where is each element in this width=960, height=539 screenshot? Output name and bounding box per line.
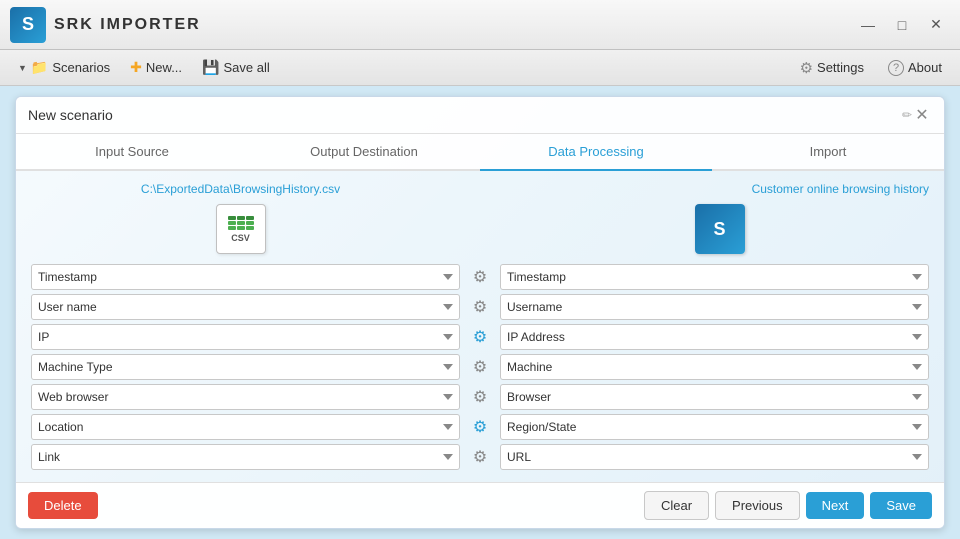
gear-button-0[interactable]: ⚙: [466, 264, 494, 290]
gear-button-4[interactable]: ⚙: [466, 384, 494, 410]
new-label: New...: [146, 60, 182, 75]
mapping-rows-container: Timestamp⚙TimestampUser name⚙UsernameIP⚙…: [31, 264, 929, 470]
tab-input-source[interactable]: Input Source: [16, 134, 248, 171]
csv-cell: [228, 216, 236, 220]
csv-cell: [237, 226, 245, 230]
source-field-select-0[interactable]: Timestamp: [31, 264, 460, 290]
new-menu[interactable]: ✚ New...: [120, 55, 192, 80]
mapping-row: Timestamp⚙Timestamp: [31, 264, 929, 290]
csv-grid: [228, 216, 254, 230]
gear-button-5[interactable]: ⚙: [466, 414, 494, 440]
csv-box: CSV: [216, 204, 266, 254]
source-field-select-1[interactable]: User name: [31, 294, 460, 320]
dest-field-select-4[interactable]: Browser: [500, 384, 929, 410]
dialog-header: New scenario ✏ ✕: [16, 97, 944, 134]
mapping-row: Machine Type⚙Machine: [31, 354, 929, 380]
csv-cell: [237, 221, 245, 225]
tab-output-destination[interactable]: Output Destination: [248, 134, 480, 171]
maximize-button[interactable]: □: [888, 15, 916, 35]
settings-gear-icon: ⚙: [800, 59, 813, 77]
scenarios-label: Scenarios: [52, 60, 110, 75]
close-button[interactable]: ✕: [922, 15, 950, 35]
csv-cell: [228, 226, 236, 230]
mapping-area: C:\ExportedData\BrowsingHistory.csv Cust…: [16, 171, 944, 482]
csv-file-icon: CSV: [31, 204, 450, 254]
app-title: SRK IMPORTER: [54, 16, 854, 34]
gear-button-6[interactable]: ⚙: [466, 444, 494, 470]
source-field-select-4[interactable]: Web browser: [31, 384, 460, 410]
clear-button[interactable]: Clear: [644, 491, 709, 520]
save-all-label: Save all: [223, 60, 269, 75]
source-field-select-2[interactable]: IP: [31, 324, 460, 350]
csv-cell: [246, 226, 254, 230]
delete-button[interactable]: Delete: [28, 492, 98, 519]
about-menu[interactable]: ? About: [878, 56, 952, 80]
dest-name-link[interactable]: Customer online browsing history: [510, 181, 929, 196]
csv-cell: [237, 216, 245, 220]
icons-row: CSV S: [31, 204, 929, 254]
dest-field-select-3[interactable]: Machine: [500, 354, 929, 380]
mapping-row: Web browser⚙Browser: [31, 384, 929, 410]
srk-dest-icon: S: [510, 204, 929, 254]
dropdown-icon: ▼: [18, 63, 27, 73]
source-file-link[interactable]: C:\ExportedData\BrowsingHistory.csv: [31, 181, 450, 196]
next-button[interactable]: Next: [806, 492, 865, 519]
dest-field-select-6[interactable]: URL: [500, 444, 929, 470]
dialog-title: New scenario: [28, 107, 896, 123]
dialog: New scenario ✏ ✕ Input Source Output Des…: [15, 96, 945, 529]
source-field-select-6[interactable]: Link: [31, 444, 460, 470]
new-icon: ✚: [130, 59, 142, 76]
menu-right: ⚙ Settings ? About: [790, 55, 952, 81]
about-help-icon: ?: [888, 60, 904, 76]
gear-button-2[interactable]: ⚙: [466, 324, 494, 350]
source-field-select-5[interactable]: Location: [31, 414, 460, 440]
edit-icon[interactable]: ✏: [902, 108, 912, 122]
main-content: New scenario ✏ ✕ Input Source Output Des…: [0, 86, 960, 539]
srk-box: S: [695, 204, 745, 254]
save-all-menu[interactable]: 💾 Save all: [192, 55, 280, 80]
app-logo: S: [10, 7, 46, 43]
scenarios-icon: 📁: [31, 59, 48, 76]
dest-field-select-5[interactable]: Region/State: [500, 414, 929, 440]
source-field-select-3[interactable]: Machine Type: [31, 354, 460, 380]
menu-bar: ▼ 📁 Scenarios ✚ New... 💾 Save all ⚙ Sett…: [0, 50, 960, 86]
dest-field-select-2[interactable]: IP Address: [500, 324, 929, 350]
csv-cell: [246, 221, 254, 225]
mapping-row: User name⚙Username: [31, 294, 929, 320]
about-label: About: [908, 60, 942, 75]
tabs: Input Source Output Destination Data Pro…: [16, 134, 944, 171]
gear-button-3[interactable]: ⚙: [466, 354, 494, 380]
csv-cell: [246, 216, 254, 220]
dialog-close-button[interactable]: ✕: [912, 105, 932, 125]
title-bar: S SRK IMPORTER — □ ✕: [0, 0, 960, 50]
dest-field-select-1[interactable]: Username: [500, 294, 929, 320]
mapping-row: Location⚙Region/State: [31, 414, 929, 440]
gear-button-1[interactable]: ⚙: [466, 294, 494, 320]
minimize-button[interactable]: —: [854, 15, 882, 35]
scenarios-menu[interactable]: ▼ 📁 Scenarios: [8, 55, 120, 80]
dialog-footer: Delete Clear Previous Next Save: [16, 482, 944, 528]
window-controls: — □ ✕: [854, 15, 950, 35]
csv-cell: [228, 221, 236, 225]
settings-label: Settings: [817, 60, 864, 75]
previous-button[interactable]: Previous: [715, 491, 800, 520]
dest-field-select-0[interactable]: Timestamp: [500, 264, 929, 290]
source-dest-header: C:\ExportedData\BrowsingHistory.csv Cust…: [31, 181, 929, 196]
dialog-inner: New scenario ✏ ✕ Input Source Output Des…: [16, 97, 944, 528]
save-icon: 💾: [202, 59, 219, 76]
csv-label: CSV: [231, 233, 250, 243]
save-button[interactable]: Save: [870, 492, 932, 519]
tab-import[interactable]: Import: [712, 134, 944, 171]
mapping-row: Link⚙URL: [31, 444, 929, 470]
tab-data-processing[interactable]: Data Processing: [480, 134, 712, 171]
settings-menu[interactable]: ⚙ Settings: [790, 55, 874, 81]
mapping-row: IP⚙IP Address: [31, 324, 929, 350]
